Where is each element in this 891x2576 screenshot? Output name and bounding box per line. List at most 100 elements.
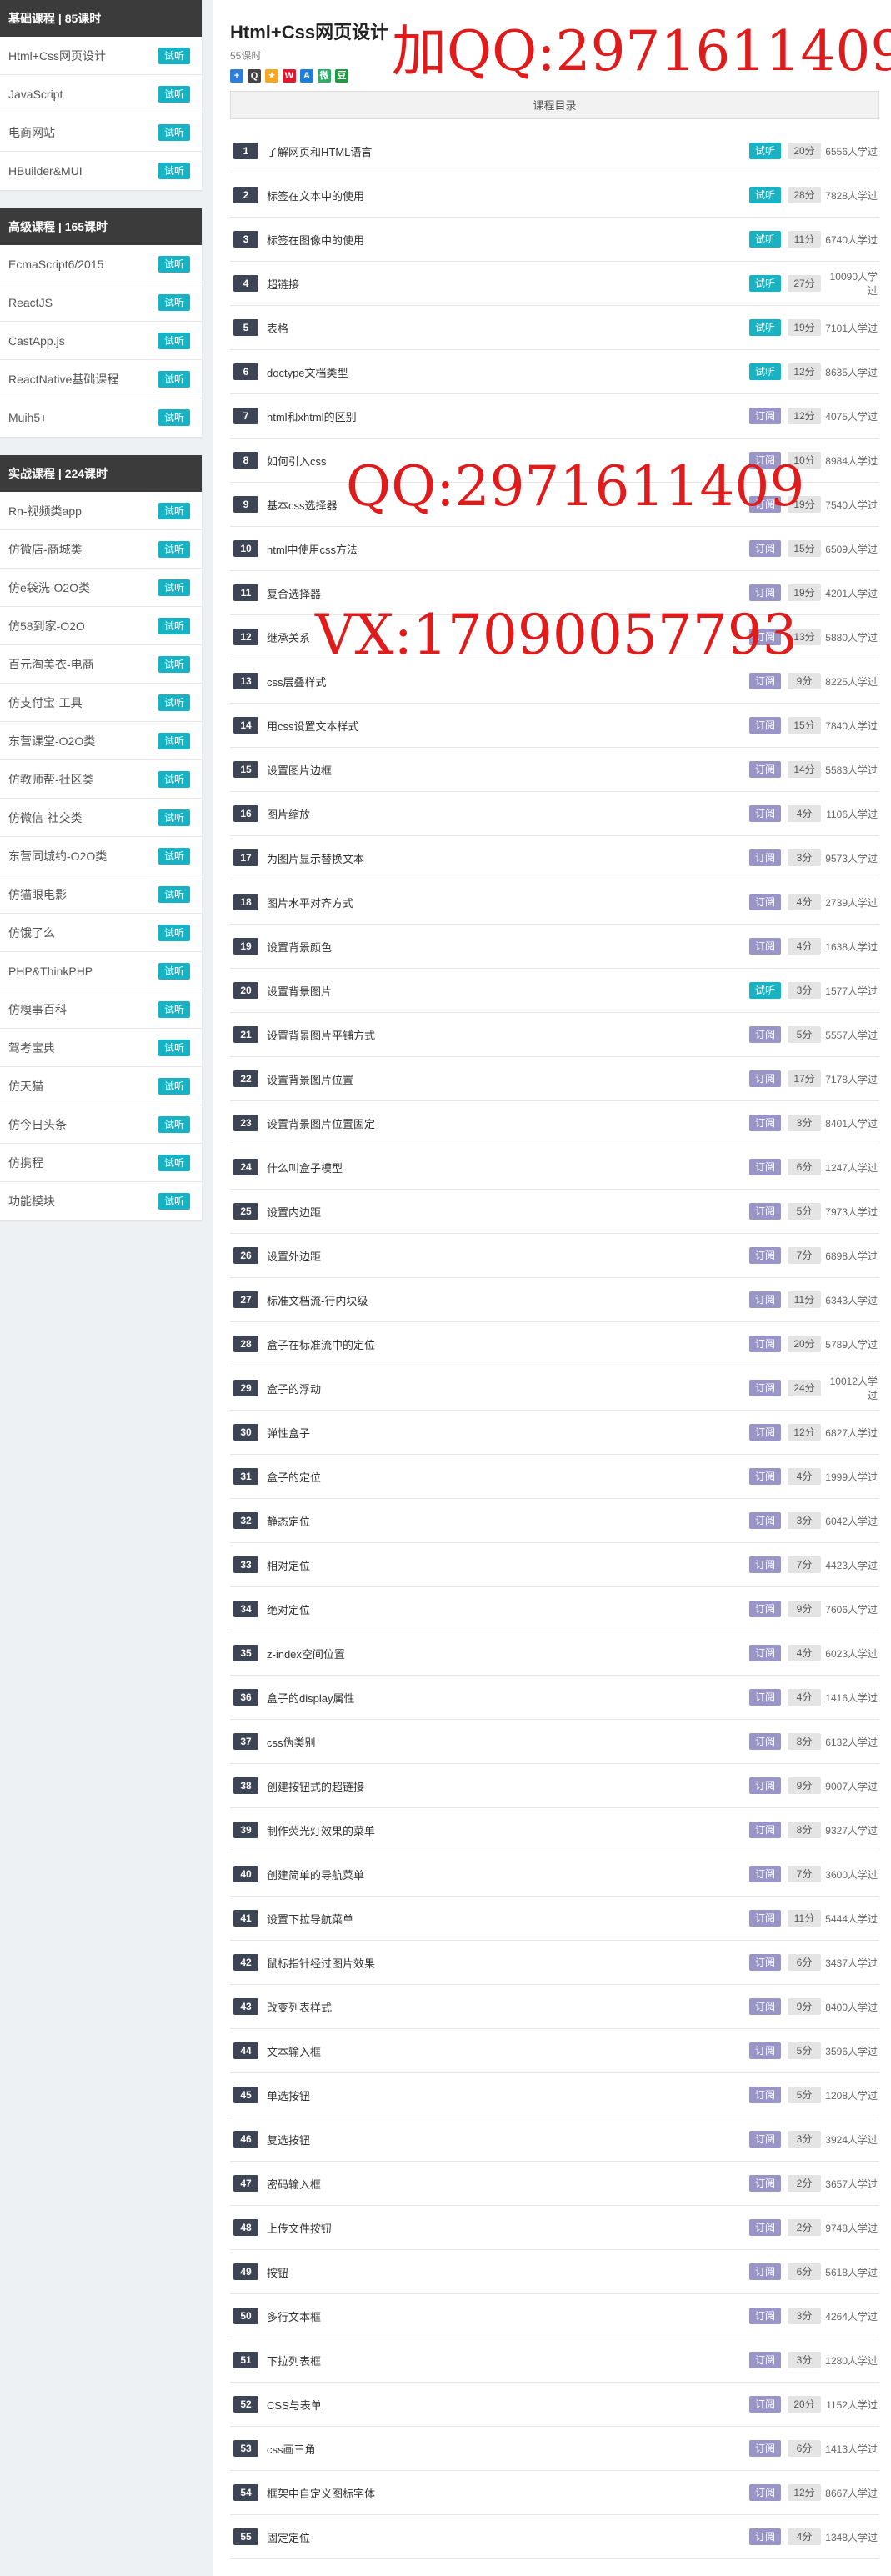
subscribe-button[interactable]: 订阅 [749,1689,781,1706]
lesson-row[interactable]: 19 设置背景颜色 订阅 4分 1638人学过 [230,925,879,969]
subscribe-button[interactable]: 订阅 [749,2528,781,2545]
try-button[interactable]: 试听 [749,275,781,292]
lesson-row[interactable]: 44 文本输入框 订阅 5分 3596人学过 [230,2029,879,2073]
lesson-title[interactable]: 设置图片边框 [258,762,749,778]
try-button[interactable]: 试听 [158,1115,190,1133]
lesson-title[interactable]: CSS与表单 [258,2397,749,2413]
try-button[interactable]: 试听 [158,1077,190,1095]
lesson-row[interactable]: 33 相对定位 订阅 7分 4423人学过 [230,1543,879,1587]
lesson-row[interactable]: 34 绝对定位 订阅 9分 7606人学过 [230,1587,879,1631]
lesson-row[interactable]: 6 doctype文档类型 试听 12分 8635人学过 [230,350,879,394]
lesson-title[interactable]: css画三角 [258,2441,749,2457]
lesson-row[interactable]: 47 密码输入框 订阅 2分 3657人学过 [230,2162,879,2206]
subscribe-button[interactable]: 订阅 [749,540,781,557]
lesson-title[interactable]: 图片水平对齐方式 [258,895,749,910]
sidebar-course-item[interactable]: 仿e袋洗-O2O类 试听 [0,569,202,607]
lesson-row[interactable]: 43 改变列表样式 订阅 9分 8400人学过 [230,1985,879,2029]
try-button[interactable]: 试听 [749,982,781,999]
lesson-row[interactable]: 42 鼠标指针经过图片效果 订阅 6分 3437人学过 [230,1941,879,1985]
lesson-row[interactable]: 10 html中使用css方法 订阅 15分 6509人学过 [230,527,879,571]
sidebar-course-item[interactable]: 仿微信-社交类 试听 [0,799,202,837]
lesson-row[interactable]: 46 复选按钮 订阅 3分 3924人学过 [230,2117,879,2162]
lesson-row[interactable]: 7 html和xhtml的区别 订阅 12分 4075人学过 [230,394,879,439]
sidebar-course-item[interactable]: 仿微店-商城类 试听 [0,530,202,569]
subscribe-button[interactable]: 订阅 [749,584,781,601]
lesson-row[interactable]: 18 图片水平对齐方式 订阅 4分 2739人学过 [230,880,879,925]
try-button[interactable]: 试听 [158,1193,190,1210]
subscribe-button[interactable]: 订阅 [749,1512,781,1529]
subscribe-button[interactable]: 订阅 [749,761,781,778]
lesson-title[interactable]: 改变列表样式 [258,1999,749,2015]
lesson-title[interactable]: 绝对定位 [258,1601,749,1617]
lesson-title[interactable]: 盒子的display属性 [258,1690,749,1706]
subscribe-button[interactable]: 订阅 [749,1070,781,1087]
lesson-row[interactable]: 32 静态定位 订阅 3分 6042人学过 [230,1499,879,1543]
sidebar-course-item[interactable]: 功能模块 试听 [0,1182,202,1220]
lesson-title[interactable]: 上传文件按钮 [258,2220,749,2236]
subscribe-button[interactable]: 订阅 [749,938,781,955]
subscribe-button[interactable]: 订阅 [749,2131,781,2148]
lesson-row[interactable]: 27 标准文档流-行内块级 订阅 11分 6343人学过 [230,1278,879,1322]
subscribe-button[interactable]: 订阅 [749,1822,781,1838]
lesson-title[interactable]: 弹性盒子 [258,1425,749,1441]
lesson-row[interactable]: 55 固定定位 订阅 4分 1348人学过 [230,2515,879,2559]
subscribe-button[interactable]: 订阅 [749,1026,781,1043]
try-button[interactable]: 试听 [158,770,190,788]
lesson-row[interactable]: 12 继承关系 订阅 13分 5880人学过 [230,615,879,659]
subscribe-button[interactable]: 订阅 [749,1866,781,1882]
lesson-title[interactable]: 设置背景图片位置固定 [258,1115,749,1131]
sidebar-course-item[interactable]: Muih5+ 试听 [0,398,202,437]
try-button[interactable]: 试听 [749,143,781,159]
try-button[interactable]: 试听 [158,163,190,179]
lesson-title[interactable]: 用css设置文本样式 [258,718,749,734]
lesson-title[interactable]: 设置背景图片平铺方式 [258,1027,749,1043]
lesson-title[interactable]: z-index空间位置 [258,1646,749,1661]
lesson-title[interactable]: 标签在图像中的使用 [258,232,749,248]
try-button[interactable]: 试听 [158,502,190,519]
subscribe-button[interactable]: 订阅 [749,1159,781,1175]
sidebar-course-item[interactable]: EcmaScript6/2015 试听 [0,245,202,283]
lesson-title[interactable]: 复合选择器 [258,585,749,601]
try-button[interactable]: 试听 [158,655,190,673]
lesson-row[interactable]: 29 盒子的浮动 订阅 24分 10012人学过 [230,1366,879,1411]
try-button[interactable]: 试听 [158,924,190,941]
lesson-title[interactable]: 设置背景图片 [258,983,749,999]
lesson-title[interactable]: 按钮 [258,2264,749,2280]
subscribe-button[interactable]: 订阅 [749,629,781,645]
sidebar-course-item[interactable]: 仿58到家-O2O 试听 [0,607,202,645]
subscribe-button[interactable]: 订阅 [749,717,781,734]
sidebar-course-item[interactable]: ReactJS 试听 [0,283,202,322]
lesson-row[interactable]: 4 超链接 试听 27分 10090人学过 [230,262,879,306]
weibo-share-icon[interactable]: W [283,69,296,83]
try-button[interactable]: 试听 [158,85,190,103]
sidebar-course-item[interactable]: 电商网站 试听 [0,113,202,152]
lesson-title[interactable]: 创建按钮式的超链接 [258,1778,749,1794]
try-button[interactable]: 试听 [158,579,190,596]
subscribe-button[interactable]: 订阅 [749,1468,781,1485]
lesson-row[interactable]: 49 按钮 订阅 6分 5618人学过 [230,2250,879,2294]
sidebar-course-item[interactable]: 仿支付宝-工具 试听 [0,684,202,722]
try-button[interactable]: 试听 [158,732,190,749]
sidebar-course-item[interactable]: 驾考宝典 试听 [0,1029,202,1067]
lesson-row[interactable]: 2 标签在文本中的使用 试听 28分 7828人学过 [230,173,879,218]
subscribe-button[interactable]: 订阅 [749,1733,781,1750]
lesson-row[interactable]: 25 设置内边距 订阅 5分 7973人学过 [230,1190,879,1234]
lesson-title[interactable]: 制作荧光灯效果的菜单 [258,1822,749,1838]
lesson-title[interactable]: 下拉列表框 [258,2353,749,2368]
lesson-row[interactable]: 14 用css设置文本样式 订阅 15分 7840人学过 [230,704,879,748]
try-button[interactable]: 试听 [158,885,190,903]
lesson-row[interactable]: 11 复合选择器 订阅 19分 4201人学过 [230,571,879,615]
lesson-title[interactable]: 盒子在标准流中的定位 [258,1336,749,1352]
lesson-row[interactable]: 24 什么叫盒子模型 订阅 6分 1247人学过 [230,1145,879,1190]
sidebar-course-item[interactable]: Html+Css网页设计 试听 [0,37,202,75]
lesson-row[interactable]: 26 设置外边距 订阅 7分 6898人学过 [230,1234,879,1278]
lesson-title[interactable]: 复选按钮 [258,2132,749,2148]
subscribe-button[interactable]: 订阅 [749,2042,781,2059]
lesson-title[interactable]: css伪类别 [258,1734,749,1750]
lesson-title[interactable]: 设置背景颜色 [258,939,749,955]
try-button[interactable]: 试听 [158,409,190,426]
lesson-title[interactable]: 表格 [258,320,749,336]
sidebar-course-item[interactable]: 仿教师帮-社区类 试听 [0,760,202,799]
sidebar-course-item[interactable]: 东营同城约-O2O类 试听 [0,837,202,875]
subscribe-button[interactable]: 订阅 [749,2352,781,2368]
